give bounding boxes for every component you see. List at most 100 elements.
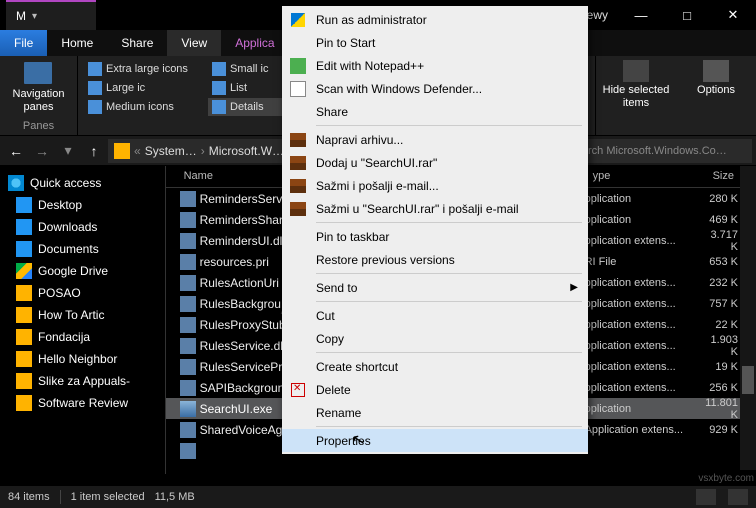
ic-rar-icon [288,154,308,172]
tree-how-to-artic[interactable]: How To Artic [0,304,165,326]
ic-np-icon [288,57,308,75]
ctx-properties[interactable]: Properties [282,429,588,452]
layout-extra-large-icons[interactable]: Extra large icons [84,60,204,78]
tab-view[interactable]: View [167,30,221,56]
ctx-pin-to-taskbar[interactable]: Pin to taskbar [282,225,588,248]
ctx-copy[interactable]: Copy [282,327,588,350]
minimize-button[interactable]: — [618,0,664,30]
layout-large-ic[interactable]: Large ic [84,79,204,97]
status-size: 11,5 MB [155,491,195,503]
ctx-pin-to-start[interactable]: Pin to Start [282,31,588,54]
close-button[interactable]: ✕ [710,0,756,30]
scrollbar[interactable] [740,166,756,470]
tree-google-drive[interactable]: Google Drive [0,260,165,282]
file-icon [180,191,196,207]
ic-def-icon [288,80,308,98]
ic-fold [16,329,32,345]
hide-label: Hide selected items [603,84,670,110]
up-button[interactable]: ↑ [82,139,106,163]
file-icon [180,443,196,459]
file-icon [180,401,196,417]
ctx-sa-mi-u-searchui-rar-i-po-alji-e-mail[interactable]: Sažmi u "SearchUI.rar" i pošalji e-mail [282,197,588,220]
ribbon-group-panes: Navigation panes Panes [0,56,78,135]
tab-initial: M [16,9,26,23]
file-icon [180,233,196,249]
ctx-edit-with-notepad-[interactable]: Edit with Notepad++ [282,54,588,77]
file-icon [180,317,196,333]
forward-button[interactable]: → [30,139,54,163]
maximize-button[interactable]: □ [664,0,710,30]
ic-star [8,175,24,191]
ctx-rename[interactable]: Rename [282,401,588,424]
ribbon-right: Hide selected items Options [596,56,756,135]
explorer-tab[interactable]: M ▾ [6,0,96,30]
back-button[interactable]: ← [4,139,28,163]
status-count: 84 items [8,491,50,503]
tab-share[interactable]: Share [107,30,167,56]
ic-down [16,219,32,235]
options-icon [703,60,729,82]
ctx-cut[interactable]: Cut [282,304,588,327]
tab-home[interactable]: Home [47,30,107,56]
tree-software-review[interactable]: Software Review [0,392,165,414]
view-icons-button[interactable] [728,489,748,505]
ic-rar-icon [288,131,308,149]
folder-icon [114,143,130,159]
ctx-sa-mi-i-po-alji-e-mail-[interactable]: Sažmi i pošalji e-mail... [282,174,588,197]
search-input[interactable]: rch Microsoft.Windows.Co… [582,139,752,163]
submenu-arrow: ▶ [570,282,578,293]
group-label-panes: Panes [23,120,54,133]
file-icon [180,380,196,396]
file-icon [180,254,196,270]
ctx-send-to[interactable]: Send to▶ [282,276,588,299]
ctx-run-as-administrator[interactable]: Run as administrator [282,8,588,31]
layout-medium-icons[interactable]: Medium icons [84,98,204,116]
status-bar: 84 items 1 item selected 11,5 MB [0,486,756,508]
tree-quick-access[interactable]: Quick access [0,172,165,194]
tree-posao[interactable]: POSAO [0,282,165,304]
file-icon [180,212,196,228]
ic-dx-icon [288,381,308,399]
view-details-button[interactable] [696,489,716,505]
tab-app-tools[interactable]: Applica [221,30,288,56]
ic-fold [16,395,32,411]
file-menu[interactable]: File [0,30,47,56]
context-menu: Run as administratorPin to StartEdit wit… [282,6,588,454]
tree-slike-za-appuals-[interactable]: Slike za Appuals- [0,370,165,392]
tree-documents[interactable]: Documents [0,238,165,260]
ctx-create-shortcut[interactable]: Create shortcut [282,355,588,378]
status-selected: 1 item selected [71,491,145,503]
scroll-thumb[interactable] [742,366,754,394]
ctx-delete[interactable]: Delete [282,378,588,401]
ic-gd [16,263,32,279]
ctx-scan-with-windows-defender-[interactable]: Scan with Windows Defender... [282,77,588,100]
hide-selected-button[interactable]: Hide selected items [596,56,676,135]
watermark-url: vsxbyte.com [698,473,754,484]
tree-fondacija[interactable]: Fondacija [0,326,165,348]
tree-hello-neighbor[interactable]: Hello Neighbor [0,348,165,370]
ctx-share[interactable]: Share [282,100,588,123]
ctx-dodaj-u-searchui-rar-[interactable]: Dodaj u "SearchUI.rar" [282,151,588,174]
nav-pane-icon [24,62,52,84]
nav-tree: Quick accessDesktopDownloadsDocumentsGoo… [0,166,165,474]
file-icon [180,338,196,354]
ic-fold [16,373,32,389]
ic-rar-icon [288,177,308,195]
tab-caret: ▾ [32,11,37,22]
crumb-1[interactable]: System… [145,144,197,158]
crumb-2[interactable]: Microsoft.W… [209,144,284,158]
ic-shield-icon [288,11,308,29]
tree-downloads[interactable]: Downloads [0,216,165,238]
recent-button[interactable]: ▾ [56,139,80,163]
tree-desktop[interactable]: Desktop [0,194,165,216]
ic-rar-icon [288,200,308,218]
col-type[interactable]: ype [585,166,705,187]
options-button[interactable]: Options [676,56,756,135]
ctx-restore-previous-versions[interactable]: Restore previous versions [282,248,588,271]
nav-pane-button[interactable]: Navigation panes [13,84,65,114]
ic-desk [16,197,32,213]
ic-fold [16,285,32,301]
ctx-napravi-arhivu-[interactable]: Napravi arhivu... [282,128,588,151]
file-icon [180,422,196,438]
options-label: Options [697,84,735,97]
